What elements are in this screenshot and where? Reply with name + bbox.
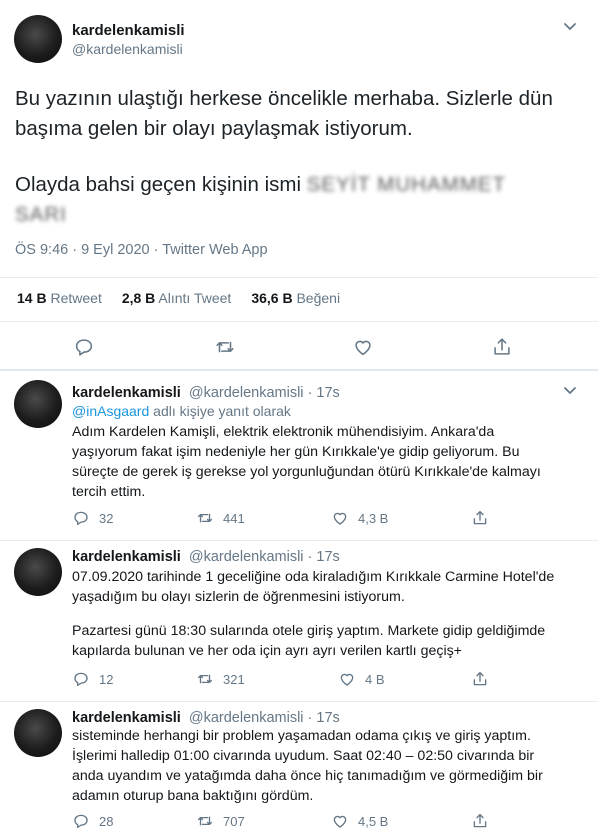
reply-header: kardelenkamisli @kardelenkamisli · 17s <box>72 549 340 565</box>
reply-header: kardelenkamisli @kardelenkamisli · 17s <box>72 710 340 726</box>
reply-icon[interactable] <box>73 336 95 363</box>
redacted-name: SEYİT MUHAMMET <box>306 173 506 196</box>
tweet-meta[interactable]: ÖS 9:46 · 9 Eyl 2020 · Twitter Web App <box>15 242 268 258</box>
quote-stat[interactable]: 2,8 B Alıntı Tweet <box>122 290 232 306</box>
reply-line <box>72 607 582 621</box>
like-icon <box>333 512 347 525</box>
reply-line: sisteminde herhangi bir problem yaşamada… <box>72 728 531 744</box>
like-count: 36,6 B <box>251 290 293 306</box>
retweet-count: 14 B <box>17 290 47 306</box>
reply-line: kapılarda bulunan ve her oda için ayrı a… <box>72 643 462 659</box>
redacted-surname: SARI <box>15 203 67 226</box>
like-label: Beğeni <box>296 290 341 306</box>
tweet-paragraph-1: Bu yazının ulaştığı herkese öncelikle me… <box>15 87 553 140</box>
reply-line: yaşıyorum fakat işim nedeniyle her gün K… <box>72 444 520 460</box>
reply-line: Pazartesi günü 18:30 sularında otele gir… <box>72 623 546 639</box>
retweet-icon <box>197 513 213 523</box>
reply-icon <box>74 511 88 526</box>
retweet-count: 441 <box>223 510 245 526</box>
like-icon <box>340 673 354 686</box>
author-name[interactable]: kardelenkamisli <box>72 549 181 565</box>
share-icon <box>473 813 487 828</box>
retweet-action[interactable]: 321 <box>196 670 245 688</box>
retweet-icon[interactable] <box>214 336 236 363</box>
retweet-action[interactable]: 707 <box>196 812 245 830</box>
share-action[interactable] <box>471 670 489 688</box>
share-action[interactable] <box>471 509 489 527</box>
mention-link[interactable]: @inAsgaard <box>72 403 149 419</box>
share-icon[interactable] <box>491 336 513 363</box>
retweet-count: 707 <box>223 813 245 829</box>
reply-count: 12 <box>99 671 114 687</box>
reply-line: Adım Kardelen Kamişli, elektrik elektron… <box>72 424 495 440</box>
share-action[interactable] <box>471 812 489 830</box>
reply-line: İşlerimi halledip 01:00 civarında uyudum… <box>72 748 535 764</box>
like-icon <box>333 815 347 828</box>
tweet-paragraph-2-text: Olayda bahsi geçen kişinin ismi <box>15 173 301 196</box>
author-name[interactable]: kardelenkamisli <box>72 385 181 401</box>
author-name[interactable]: kardelenkamisli <box>72 710 181 726</box>
like-count: 4 B <box>365 671 385 687</box>
author-handle[interactable]: @kardelenkamisli <box>72 41 183 57</box>
reply-line: 07.09.2020 tarihinde 1 geceliğine oda ki… <box>72 569 555 585</box>
quote-label: Alıntı Tweet <box>158 290 232 306</box>
like-count: 4,5 B <box>358 813 389 829</box>
reply-header: kardelenkamisli @kardelenkamisli · 17s <box>72 385 340 401</box>
replying-to-label: adlı kişiye yanıt olarak <box>153 403 291 419</box>
share-icon <box>473 671 487 686</box>
reply-count: 32 <box>99 510 114 526</box>
author-handle-time[interactable]: @kardelenkamisli · 17s <box>189 385 340 401</box>
reply-line: tercih ettim. <box>72 484 146 500</box>
author-handle-time[interactable]: @kardelenkamisli · 17s <box>189 549 340 565</box>
retweet-icon <box>197 674 213 684</box>
reply-icon <box>74 814 88 829</box>
like-icon[interactable] <box>352 336 374 363</box>
like-action[interactable]: 4 B <box>338 670 385 688</box>
tweet-stats: 14 B Retweet 2,8 B Alıntı Tweet 36,6 B B… <box>17 290 340 306</box>
like-action[interactable]: 4,3 B <box>331 509 388 527</box>
like-action[interactable]: 4,5 B <box>331 812 388 830</box>
author-name[interactable]: kardelenkamisli <box>72 22 185 39</box>
tweet-text: Bu yazının ulaştığı herkese öncelikle me… <box>15 84 575 230</box>
reply-text: 07.09.2020 tarihinde 1 geceliğine oda ki… <box>72 567 582 661</box>
retweet-stat[interactable]: 14 B Retweet <box>17 290 102 306</box>
author-handle-time[interactable]: @kardelenkamisli · 17s <box>189 710 340 726</box>
like-count: 4,3 B <box>358 510 389 526</box>
reply-text: Adım Kardelen Kamişli, elektrik elektron… <box>72 422 582 502</box>
reply-text: sisteminde herhangi bir problem yaşamada… <box>72 726 582 806</box>
replying-to: @inAsgaard adlı kişiye yanıt olarak <box>72 403 291 419</box>
avatar[interactable] <box>14 709 62 757</box>
reply-line: yaşadığım bu olayı sizlerin de öğrenmesi… <box>72 589 405 605</box>
share-icon <box>473 510 487 525</box>
avatar[interactable] <box>14 15 62 63</box>
reply-icon <box>74 672 88 687</box>
reply-count: 28 <box>99 813 114 829</box>
quote-count: 2,8 B <box>121 290 156 306</box>
tweet-paragraph-2: Olayda bahsi geçen kişinin ismi SEYİT MU… <box>15 170 575 230</box>
reply-line: süreçte de gerek iş gerekse yol yorgunlu… <box>72 464 541 480</box>
retweet-action[interactable]: 441 <box>196 509 245 527</box>
avatar[interactable] <box>14 548 62 596</box>
reply-action[interactable]: 12 <box>72 670 113 688</box>
chevron-down-icon[interactable] <box>562 384 578 396</box>
like-stat[interactable]: 36,6 B Beğeni <box>251 290 340 306</box>
reply-line: adamın oturup bana baktığını gördüm. <box>72 788 314 804</box>
retweet-icon <box>197 816 213 826</box>
reply-action[interactable]: 32 <box>72 509 113 527</box>
retweet-count: 321 <box>223 671 245 687</box>
retweet-label: Retweet <box>50 290 102 306</box>
avatar[interactable] <box>14 380 62 428</box>
chevron-down-icon[interactable] <box>562 20 578 32</box>
reply-line: anda uyandım ve yatağımda daha önce hiç … <box>72 768 543 784</box>
reply-action[interactable]: 28 <box>72 812 113 830</box>
